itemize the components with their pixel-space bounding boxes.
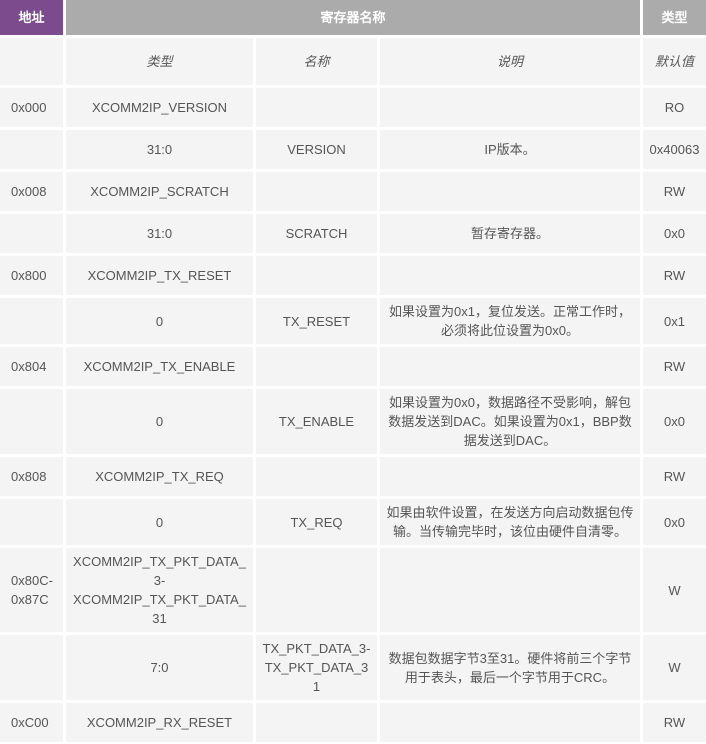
bit-range-cell: 7:0 <box>66 635 253 700</box>
register-row: 0x80C-0x87C XCOMM2IP_TX_PKT_DATA_3-XCOMM… <box>0 548 706 632</box>
description-cell <box>380 548 640 632</box>
name-cell <box>256 88 377 127</box>
address-cell <box>0 214 63 253</box>
access-type-cell: RW <box>643 347 706 386</box>
subheader-description: 说明 <box>380 38 640 85</box>
register-name-cell: XCOMM2IP_VERSION <box>66 88 253 127</box>
default-value-cell: 0x40063 <box>643 130 706 169</box>
access-type-cell: RW <box>643 457 706 496</box>
default-value-cell: 0x0 <box>643 499 706 545</box>
address-cell: 0x80C-0x87C <box>0 548 63 632</box>
bit-range-cell: 31:0 <box>66 130 253 169</box>
register-row: 0x808 XCOMM2IP_TX_REQ RW <box>0 457 706 496</box>
access-type-cell: RW <box>643 172 706 211</box>
description-cell <box>380 88 640 127</box>
access-type-cell: RW <box>643 703 706 742</box>
name-cell <box>256 548 377 632</box>
description-cell: IP版本。 <box>380 130 640 169</box>
register-row: 0x800 XCOMM2IP_TX_RESET RW <box>0 256 706 295</box>
description-cell: 如果由软件设置，在发送方向启动数据包传输。当传输完毕时，该位由硬件自清零。 <box>380 499 640 545</box>
address-cell <box>0 635 63 700</box>
description-cell: 暂存寄存器。 <box>380 214 640 253</box>
col-header-address: 地址 <box>0 0 63 35</box>
register-name-cell: XCOMM2IP_TX_ENABLE <box>66 347 253 386</box>
address-cell <box>0 389 63 454</box>
description-cell: 如果设置为0x1，复位发送。正常工作时，必须将此位设置为0x0。 <box>380 298 640 344</box>
bit-field-row: 0 TX_ENABLE 如果设置为0x0，数据路径不受影响，解包数据发送到DAC… <box>0 389 706 454</box>
register-name-cell: XCOMM2IP_TX_REQ <box>66 457 253 496</box>
subheader-name: 名称 <box>256 38 377 85</box>
bit-range-cell: 0 <box>66 298 253 344</box>
col-header-type: 类型 <box>643 0 706 35</box>
default-value-cell: 0x0 <box>643 389 706 454</box>
description-cell: 数据包数据字节3至31。硬件将前三个字节用于表头，最后一个字节用于CRC。 <box>380 635 640 700</box>
name-cell: TX_PKT_DATA_3-TX_PKT_DATA_31 <box>256 635 377 700</box>
table-header-row: 地址 寄存器名称 类型 <box>0 0 706 35</box>
name-cell: TX_RESET <box>256 298 377 344</box>
name-cell <box>256 347 377 386</box>
description-cell <box>380 457 640 496</box>
address-cell: 0x800 <box>0 256 63 295</box>
bit-field-row: 7:0 TX_PKT_DATA_3-TX_PKT_DATA_31 数据包数据字节… <box>0 635 706 700</box>
register-map-table: 地址 寄存器名称 类型 类型 名称 说明 默认值 0x000 XCOMM2IP_… <box>0 0 706 744</box>
register-name-cell: XCOMM2IP_TX_PKT_DATA_3-XCOMM2IP_TX_PKT_D… <box>66 548 253 632</box>
bit-field-row: 31:0 SCRATCH 暂存寄存器。 0x0 <box>0 214 706 253</box>
register-row: 0x000 XCOMM2IP_VERSION RO <box>0 88 706 127</box>
name-cell <box>256 457 377 496</box>
default-value-cell: W <box>643 635 706 700</box>
description-cell <box>380 703 640 742</box>
description-cell: 如果设置为0x0，数据路径不受影响，解包数据发送到DAC。如果设置为0x1，BB… <box>380 389 640 454</box>
address-cell: 0x808 <box>0 457 63 496</box>
register-map-table-view: 地址 寄存器名称 类型 类型 名称 说明 默认值 0x000 XCOMM2IP_… <box>0 0 706 744</box>
name-cell: TX_ENABLE <box>256 389 377 454</box>
table-subheader-row: 类型 名称 说明 默认值 <box>0 38 706 85</box>
register-row: 0x008 XCOMM2IP_SCRATCH RW <box>0 172 706 211</box>
access-type-cell: W <box>643 548 706 632</box>
name-cell: TX_REQ <box>256 499 377 545</box>
address-cell: 0x000 <box>0 88 63 127</box>
name-cell <box>256 256 377 295</box>
bit-range-cell: 0 <box>66 499 253 545</box>
address-cell: 0x804 <box>0 347 63 386</box>
name-cell: SCRATCH <box>256 214 377 253</box>
name-cell <box>256 172 377 211</box>
register-name-cell: XCOMM2IP_TX_RESET <box>66 256 253 295</box>
register-name-cell: XCOMM2IP_RX_RESET <box>66 703 253 742</box>
address-cell <box>0 130 63 169</box>
subheader-type: 类型 <box>66 38 253 85</box>
name-cell: VERSION <box>256 130 377 169</box>
address-cell: 0xC00 <box>0 703 63 742</box>
access-type-cell: RO <box>643 88 706 127</box>
bit-range-cell: 0 <box>66 389 253 454</box>
subheader-default: 默认值 <box>643 38 706 85</box>
description-cell <box>380 256 640 295</box>
bit-field-row: 31:0 VERSION IP版本。 0x40063 <box>0 130 706 169</box>
col-header-register-name: 寄存器名称 <box>66 0 640 35</box>
name-cell <box>256 703 377 742</box>
bit-field-row: 0 TX_REQ 如果由软件设置，在发送方向启动数据包传输。当传输完毕时，该位由… <box>0 499 706 545</box>
default-value-cell: 0x0 <box>643 214 706 253</box>
bit-range-cell: 31:0 <box>66 214 253 253</box>
register-row: 0x804 XCOMM2IP_TX_ENABLE RW <box>0 347 706 386</box>
register-name-cell: XCOMM2IP_SCRATCH <box>66 172 253 211</box>
description-cell <box>380 347 640 386</box>
access-type-cell: RW <box>643 256 706 295</box>
address-cell <box>0 298 63 344</box>
address-cell <box>0 499 63 545</box>
bit-field-row: 0 TX_RESET 如果设置为0x1，复位发送。正常工作时，必须将此位设置为0… <box>0 298 706 344</box>
description-cell <box>380 172 640 211</box>
default-value-cell: 0x1 <box>643 298 706 344</box>
address-cell: 0x008 <box>0 172 63 211</box>
register-row: 0xC00 XCOMM2IP_RX_RESET RW <box>0 703 706 742</box>
subheader-empty-cell <box>0 38 63 85</box>
